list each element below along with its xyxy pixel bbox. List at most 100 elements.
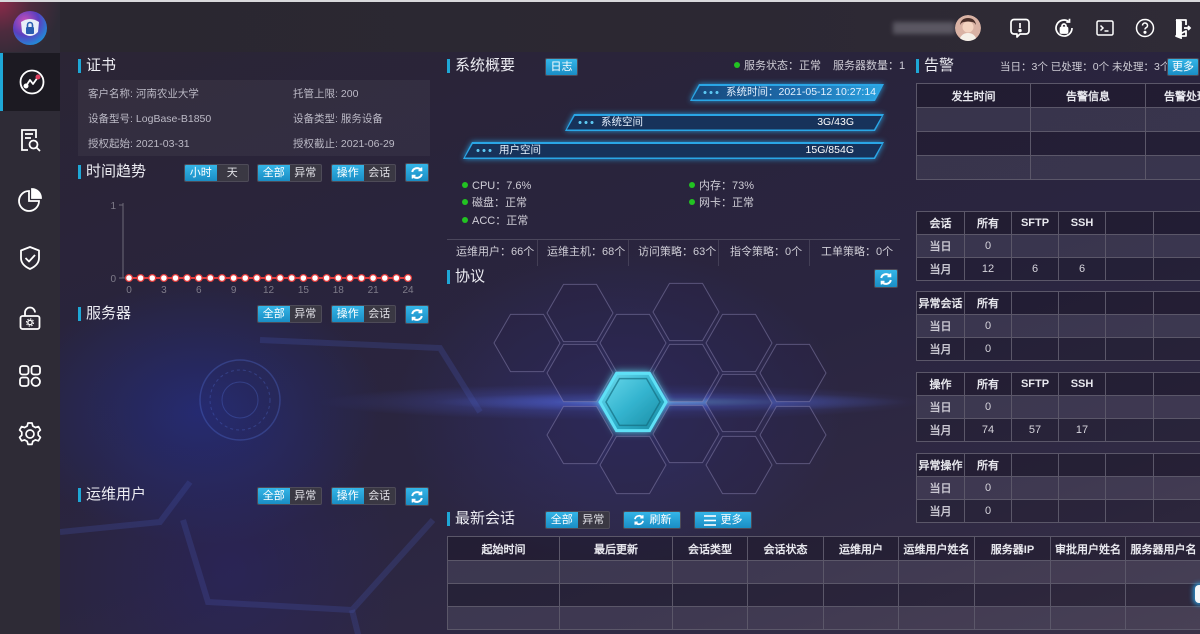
table-row[interactable]: 当日 0 — [916, 314, 1200, 338]
column-header[interactable] — [1011, 453, 1059, 477]
hexagon-cell[interactable] — [759, 343, 827, 403]
column-header[interactable] — [1105, 453, 1154, 477]
toggle-option-abnormal[interactable]: 异常 — [290, 306, 322, 322]
lock-screen-button[interactable] — [1052, 16, 1076, 40]
hexagon-cell[interactable] — [652, 282, 720, 342]
column-header[interactable]: SFTP — [1011, 372, 1059, 396]
table-row[interactable] — [916, 107, 1200, 132]
column-header[interactable]: 运维用户姓名 — [898, 536, 975, 561]
hexagon-cell[interactable] — [705, 435, 773, 495]
hexagon-cell[interactable] — [599, 435, 667, 495]
toggle-option-hour[interactable]: 小时 — [185, 165, 217, 181]
column-header[interactable]: 服务器用户名 — [1125, 536, 1200, 561]
logout-button[interactable] — [1170, 16, 1194, 40]
toggle-option-all[interactable]: 全部 — [258, 488, 290, 504]
protocol-refresh-button[interactable] — [874, 269, 898, 288]
table-row[interactable]: 当日 0 — [916, 234, 1200, 258]
shield-lock-logo[interactable] — [12, 10, 48, 46]
servers-refresh-button[interactable] — [405, 305, 429, 324]
sidebar-item-settings[interactable] — [0, 405, 60, 463]
column-header[interactable]: 异常会话 — [916, 291, 965, 315]
hexagon-cell[interactable] — [493, 313, 561, 373]
table-row[interactable] — [447, 560, 1200, 584]
table-row[interactable] — [447, 606, 1200, 630]
toggle-option-all[interactable]: 全部 — [546, 512, 578, 528]
hexagon-cell[interactable] — [705, 313, 773, 373]
column-header[interactable]: 异常操作 — [916, 453, 965, 477]
sessions-refresh-button[interactable]: 刷新 — [623, 511, 681, 529]
terminal-button[interactable] — [1093, 16, 1117, 40]
user-name-blurred[interactable] — [893, 22, 955, 34]
sessions-more-button[interactable]: 更多 — [694, 511, 752, 529]
sidebar-item-apps[interactable] — [0, 347, 60, 405]
alarms-more-button[interactable]: 更多 — [1167, 58, 1199, 76]
table-row[interactable]: 当日 0 — [916, 476, 1200, 500]
toggle-option-abnormal[interactable]: 异常 — [290, 165, 322, 181]
column-header[interactable] — [1058, 453, 1106, 477]
column-header[interactable]: 会话类型 — [672, 536, 748, 561]
column-header[interactable]: 所有 — [964, 453, 1012, 477]
column-header[interactable] — [1105, 372, 1154, 396]
table-row[interactable] — [447, 583, 1200, 607]
column-header[interactable] — [1153, 211, 1200, 235]
column-header[interactable]: 告警信息 — [1030, 83, 1146, 108]
table-row[interactable]: 当月 0 — [916, 337, 1200, 361]
column-header[interactable]: 所有 — [964, 211, 1012, 235]
column-header[interactable]: 告警处理 — [1145, 83, 1200, 108]
column-header[interactable]: 起始时间 — [447, 536, 560, 561]
toggle-option-session[interactable]: 会话 — [364, 306, 396, 322]
side-panel-handle[interactable] — [1195, 585, 1200, 603]
table-row[interactable] — [916, 131, 1200, 156]
toggle-option-session[interactable]: 会话 — [364, 165, 396, 181]
column-header[interactable]: 服务器IP — [974, 536, 1051, 561]
hexagon-cell[interactable] — [759, 405, 827, 465]
column-header[interactable] — [1153, 372, 1200, 396]
column-header[interactable]: 会话状态 — [747, 536, 824, 561]
hexagon-cell[interactable] — [652, 404, 720, 464]
hexagon-active-cell[interactable] — [598, 371, 668, 433]
column-header[interactable]: 所有 — [964, 291, 1012, 315]
hexagon-cell[interactable] — [546, 283, 614, 343]
column-header[interactable]: 操作 — [916, 372, 965, 396]
ops-users-refresh-button[interactable] — [405, 487, 429, 506]
column-header[interactable] — [1105, 211, 1154, 235]
column-header[interactable]: 最后更新 — [559, 536, 673, 561]
toggle-option-operation[interactable]: 操作 — [332, 306, 364, 322]
user-avatar[interactable] — [955, 15, 981, 41]
hexagon-cell[interactable] — [599, 313, 667, 373]
column-header[interactable] — [1011, 291, 1059, 315]
column-header[interactable] — [1153, 291, 1200, 315]
toggle-option-abnormal[interactable]: 异常 — [290, 488, 322, 504]
toggle-option-operation[interactable]: 操作 — [332, 165, 364, 181]
column-header[interactable] — [1105, 291, 1154, 315]
sidebar-item-dashboard[interactable] — [0, 53, 60, 111]
sidebar-item-access[interactable] — [0, 289, 60, 347]
column-header[interactable]: SSH — [1058, 372, 1106, 396]
sidebar-item-statistics[interactable] — [0, 171, 60, 229]
column-header[interactable]: SSH — [1058, 211, 1106, 235]
table-row[interactable]: 当日 0 — [916, 395, 1200, 419]
sidebar-item-audit[interactable] — [0, 111, 60, 169]
table-row[interactable] — [916, 155, 1200, 180]
alert-button[interactable] — [1008, 16, 1032, 40]
toggle-option-session[interactable]: 会话 — [364, 488, 396, 504]
column-header[interactable] — [1058, 291, 1106, 315]
toggle-option-operation[interactable]: 操作 — [332, 488, 364, 504]
sidebar-item-security[interactable] — [0, 229, 60, 287]
table-row[interactable]: 当月 74 57 17 — [916, 418, 1200, 442]
table-row[interactable]: 当月 12 6 6 — [916, 257, 1200, 281]
hexagon-cell[interactable] — [546, 405, 614, 465]
column-header[interactable]: 所有 — [964, 372, 1012, 396]
column-header[interactable]: 会话 — [916, 211, 965, 235]
hexagon-cell[interactable] — [705, 373, 773, 433]
time-trend-refresh-button[interactable] — [405, 163, 429, 182]
toggle-option-all[interactable]: 全部 — [258, 165, 290, 181]
hexagon-cell[interactable] — [546, 343, 614, 403]
column-header[interactable]: 发生时间 — [916, 83, 1031, 108]
toggle-option-day[interactable]: 天 — [217, 165, 249, 181]
column-header[interactable]: 审批用户姓名 — [1050, 536, 1126, 561]
toggle-option-abnormal[interactable]: 异常 — [578, 512, 610, 528]
help-button[interactable] — [1133, 16, 1157, 40]
table-row[interactable]: 当月 0 — [916, 499, 1200, 523]
toggle-option-all[interactable]: 全部 — [258, 306, 290, 322]
